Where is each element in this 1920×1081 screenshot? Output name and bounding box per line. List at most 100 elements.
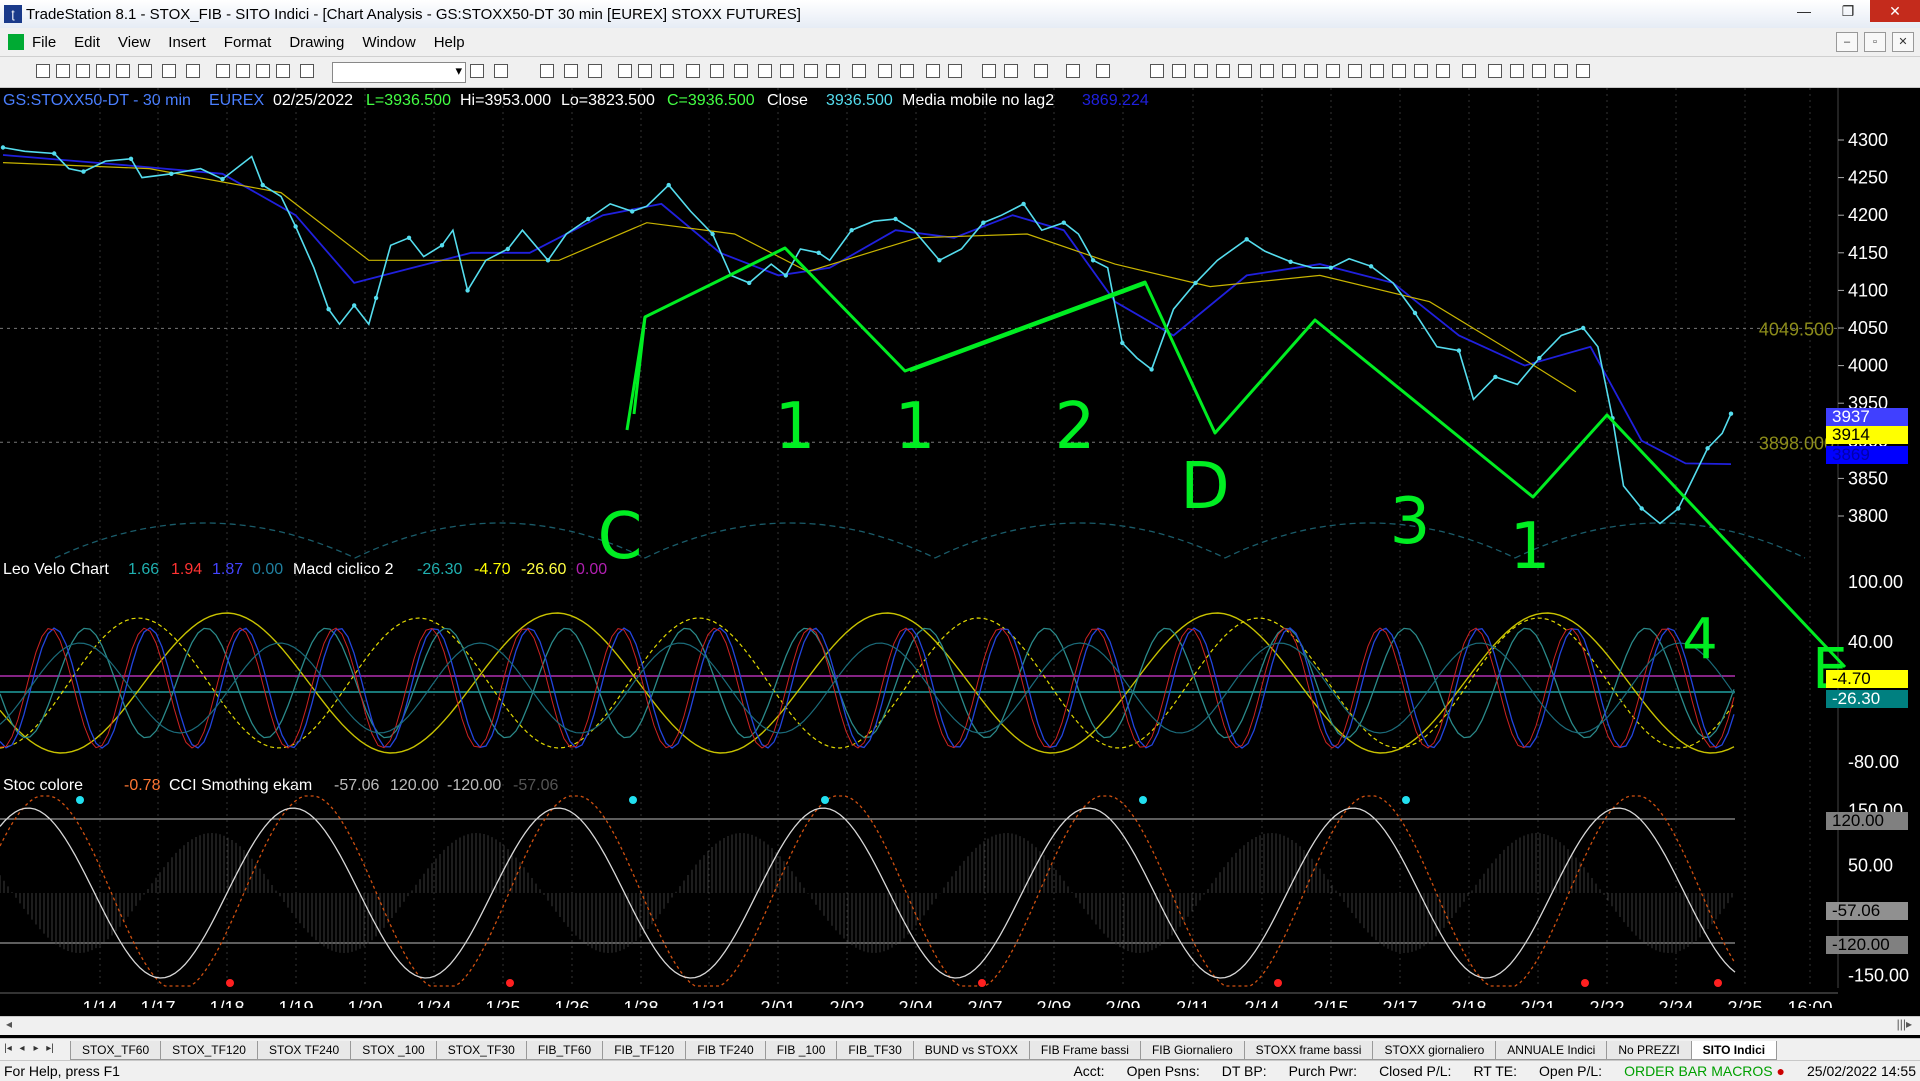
line-icon[interactable]: [804, 64, 818, 78]
scroll-bars-icon[interactable]: [900, 64, 914, 78]
cut-icon[interactable]: [216, 64, 230, 78]
gann-fan-icon[interactable]: [1238, 64, 1252, 78]
refresh-icon[interactable]: [1066, 64, 1080, 78]
regression-icon[interactable]: [1304, 64, 1318, 78]
pencil-icon[interactable]: [1436, 64, 1450, 78]
pointer-icon[interactable]: [982, 64, 996, 78]
order-bar-button[interactable]: ORDER BAR MACROS ●: [1624, 1063, 1785, 1079]
maximize-button[interactable]: ❐: [1826, 0, 1870, 22]
tools-icon[interactable]: [1034, 64, 1048, 78]
print-preview-icon[interactable]: [186, 64, 200, 78]
bars-back-icon[interactable]: [852, 64, 866, 78]
parallel-lines-icon[interactable]: [1392, 64, 1406, 78]
chart-canvas[interactable]: GS:STOXX50-DT - 30 min EUREX 02/25/2022 …: [0, 88, 1920, 1018]
menu-window[interactable]: Window: [362, 34, 415, 51]
workspace-tab[interactable]: STOX_TF30: [435, 1041, 527, 1060]
probability-icon[interactable]: [710, 64, 724, 78]
up-arrow-icon[interactable]: [1510, 64, 1524, 78]
horizontal-lines-icon[interactable]: [1194, 64, 1208, 78]
mdi-close-button[interactable]: ✕: [1892, 32, 1914, 52]
save-workspace-icon[interactable]: [116, 64, 130, 78]
paste-icon[interactable]: [276, 64, 290, 78]
zoom-out-icon[interactable]: [948, 64, 962, 78]
trendline-icon[interactable]: [1150, 64, 1164, 78]
horizontal-scrollbar[interactable]: ◂ |||▸: [0, 1016, 1920, 1035]
activity-bar-icon[interactable]: [734, 64, 748, 78]
menu-insert[interactable]: Insert: [168, 34, 206, 51]
open-icon[interactable]: [56, 64, 70, 78]
ellipse-icon[interactable]: [1532, 64, 1546, 78]
workspace-tab[interactable]: ANNUALE Indici: [1495, 1041, 1608, 1060]
workspace-tab[interactable]: BUND vs STOXX: [912, 1041, 1030, 1060]
tab-prev-icon[interactable]: ◂: [16, 1042, 28, 1056]
rectangle-icon[interactable]: [1554, 64, 1568, 78]
text-icon[interactable]: [1576, 64, 1590, 78]
new-icon[interactable]: [36, 64, 50, 78]
print-icon[interactable]: [162, 64, 176, 78]
fibonacci-icon[interactable]: [1216, 64, 1230, 78]
workspace-tab[interactable]: STOXX giornaliero: [1372, 1041, 1497, 1060]
alert-icon[interactable]: [1096, 64, 1110, 78]
bar-icon[interactable]: [780, 64, 794, 78]
showme-icon[interactable]: [686, 64, 700, 78]
close-workspace-icon[interactable]: [96, 64, 110, 78]
scroll-right-icon[interactable]: |||▸: [1897, 1017, 1912, 1031]
workspace-tab[interactable]: FIB Giornaliero: [1139, 1041, 1245, 1060]
scroll-left-icon[interactable]: ◂: [6, 1017, 12, 1031]
menu-edit[interactable]: Edit: [74, 34, 100, 51]
workspace-tab[interactable]: FIB_TF30: [836, 1041, 914, 1060]
workspace-tab[interactable]: STOX TF240: [256, 1041, 352, 1060]
indicator-icon[interactable]: [618, 64, 632, 78]
freehand-icon[interactable]: [1462, 64, 1476, 78]
vertical-line-icon[interactable]: [1172, 64, 1186, 78]
chart-window-icon[interactable]: [8, 34, 24, 50]
candle-icon[interactable]: [758, 64, 772, 78]
tab-last-icon[interactable]: ▸|: [44, 1042, 56, 1056]
workspace-tab[interactable]: FIB TF240: [685, 1041, 766, 1060]
mdi-restore-button[interactable]: ▫: [1864, 32, 1886, 52]
play-icon[interactable]: [470, 64, 484, 78]
lock-icon[interactable]: [256, 64, 270, 78]
andrews-pitchfork-icon[interactable]: [1282, 64, 1296, 78]
menu-file[interactable]: File: [32, 34, 56, 51]
paintbar-icon[interactable]: [660, 64, 674, 78]
workspace-tab[interactable]: STOX_TF120: [160, 1041, 258, 1060]
close-button[interactable]: ✕: [1870, 0, 1920, 22]
zoom-in-icon[interactable]: [926, 64, 940, 78]
copy-icon[interactable]: [236, 64, 250, 78]
find-icon[interactable]: [494, 64, 508, 78]
workspace-tab[interactable]: FIB_TF120: [602, 1041, 687, 1060]
workspace-tab[interactable]: STOXX frame bassi: [1243, 1041, 1374, 1060]
menu-format[interactable]: Format: [224, 34, 272, 51]
menu-help[interactable]: Help: [434, 34, 465, 51]
menu-drawing[interactable]: Drawing: [289, 34, 344, 51]
price-range-icon[interactable]: [1326, 64, 1340, 78]
workspace-tab[interactable]: SITO Indici: [1690, 1041, 1778, 1060]
chart-area[interactable]: GS:STOXX50-DT - 30 min EUREX 02/25/2022 …: [0, 88, 1920, 1018]
workspace-tab[interactable]: No PREZZI: [1606, 1041, 1692, 1060]
save-icon[interactable]: [138, 64, 152, 78]
minimize-button[interactable]: —: [1782, 0, 1826, 22]
workspace-tab[interactable]: STOX _100: [350, 1041, 437, 1060]
open-workspace-icon[interactable]: [76, 64, 90, 78]
tab-next-icon[interactable]: ▸: [30, 1042, 42, 1056]
workspace-tab[interactable]: FIB _100: [764, 1041, 838, 1060]
symbol-combo[interactable]: [332, 62, 466, 83]
channel-icon[interactable]: [1370, 64, 1384, 78]
calendar-icon[interactable]: [588, 64, 602, 78]
data-window-icon[interactable]: [1004, 64, 1018, 78]
workspace-tab[interactable]: STOX_TF60: [70, 1041, 162, 1060]
workspace-tab[interactable]: FIB Frame bassi: [1028, 1041, 1141, 1060]
speed-lines-icon[interactable]: [1260, 64, 1274, 78]
macro-icon[interactable]: [300, 64, 314, 78]
format-window-icon[interactable]: [540, 64, 554, 78]
format-symbol-icon[interactable]: [564, 64, 578, 78]
arrow-icon[interactable]: [1348, 64, 1362, 78]
tab-first-icon[interactable]: |◂: [2, 1042, 14, 1056]
mdi-minimize-button[interactable]: –: [1836, 32, 1858, 52]
menu-view[interactable]: View: [118, 34, 150, 51]
workspace-tab[interactable]: FIB_TF60: [525, 1041, 604, 1060]
arc-icon[interactable]: [1414, 64, 1428, 78]
down-arrow-icon[interactable]: [1488, 64, 1502, 78]
strategy-icon[interactable]: [638, 64, 652, 78]
